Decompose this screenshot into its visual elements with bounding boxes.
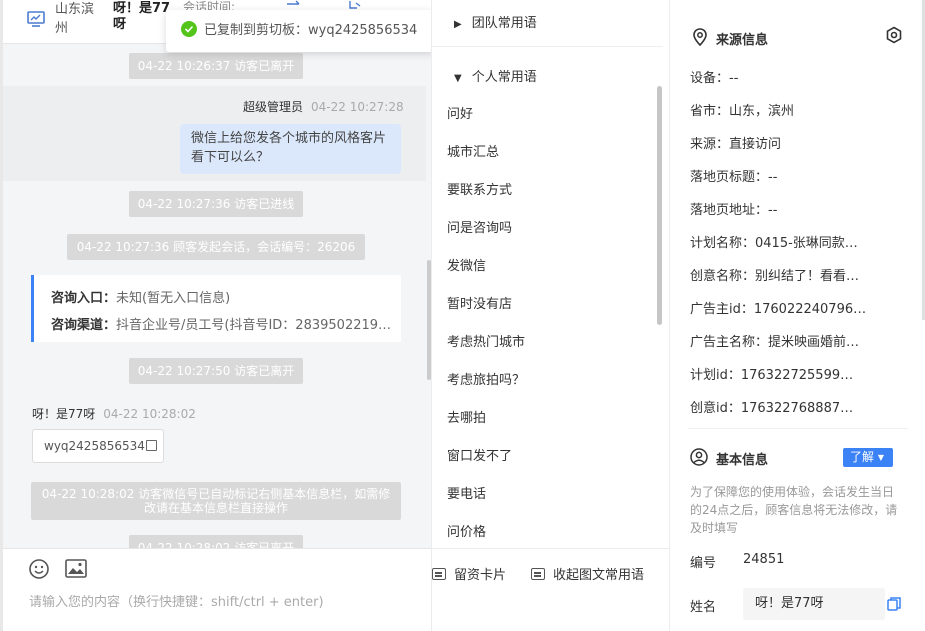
- phrases-scrollbar[interactable]: [657, 86, 662, 325]
- lead-card-button[interactable]: 留资卡片: [432, 564, 506, 583]
- agent-time: 04-22 10:27:28: [311, 100, 404, 114]
- source-info-row: 计划名称：0415-张琳同款…: [690, 236, 858, 251]
- phrase-item[interactable]: 暂时没有店: [447, 293, 512, 312]
- source-info-title: 来源信息: [716, 33, 769, 48]
- copy-toast: 已复制到剪切板：wyq2425856534: [166, 10, 431, 52]
- team-phrases-group[interactable]: ▶ 团队常用语: [454, 12, 537, 31]
- team-phrases-label: 团队常用语: [471, 16, 537, 31]
- divider: [688, 428, 908, 429]
- toast-text: 已复制到剪切板：wyq2425856534: [204, 23, 418, 38]
- source-info-row: 创意id：176322768887…: [690, 401, 854, 416]
- entry-value: 未知(暂无入口信息): [116, 291, 231, 306]
- phrases-panel: ▶ 团队常用语 ▼ 个人常用语 问好 城市汇总 要联系方式 问是咨询吗 发微信 暂时…: [431, 0, 670, 631]
- visitor-message-time: 04-22 10:28:02: [103, 407, 196, 421]
- consult-entry-card: 咨询入口：未知(暂无入口信息) 咨询渠道：抖音企业号/员工号(抖音号ID：283…: [31, 275, 401, 342]
- phrase-item[interactable]: 去哪拍: [447, 407, 486, 426]
- collapse-phrases-button[interactable]: 收起图文常用语: [531, 564, 644, 583]
- phrase-item[interactable]: 发微信: [447, 255, 486, 274]
- id-value: 24851: [743, 552, 785, 567]
- personal-phrases-group[interactable]: ▼ 个人常用语: [454, 66, 537, 85]
- basic-info-note: 为了保障您的使用体验，会话发生当日的24点之后，顾客信息将无法修改，请及时填写: [690, 485, 898, 535]
- chat-panel: 山东滨州 呀！是77 呀 会话时间: 04-22 10:26:37 访客已离开 …: [0, 0, 431, 631]
- user-circle-icon: [690, 448, 708, 466]
- caret-right-icon: ▶: [454, 19, 462, 30]
- source-info-row: 落地页地址：--: [690, 203, 778, 218]
- phrase-item[interactable]: 考虑旅拍吗？: [447, 369, 525, 388]
- channel-label: 咨询渠道：: [51, 318, 117, 333]
- gear-icon[interactable]: [885, 26, 903, 44]
- system-message: 04-22 10:26:37 访客已离开: [129, 53, 303, 79]
- id-label: 编号: [690, 556, 717, 571]
- source-info-row: 广告主id：176022240796…: [690, 302, 867, 317]
- name-field[interactable]: 呀！是77呀: [743, 588, 885, 620]
- source-info-row: 计划id：176322725599…: [690, 368, 854, 383]
- system-message: 04-22 10:28:02 访客微信号已自动标记右侧基本信息栏，如需修改请在基…: [31, 482, 401, 520]
- source-info-row: 来源：直接访问: [690, 137, 782, 152]
- message-icon: [531, 568, 545, 580]
- source-info-row: 创意名称：别纠结了！看看…: [690, 269, 860, 284]
- image-icon[interactable]: [65, 559, 87, 578]
- caret-down-icon: ▼: [454, 73, 462, 84]
- phrase-item[interactable]: 城市汇总: [447, 141, 499, 160]
- system-message: 04-22 10:27:50 访客已离开: [129, 358, 303, 384]
- phrase-item[interactable]: 要电话: [447, 483, 486, 502]
- emoji-icon[interactable]: [28, 558, 50, 580]
- phrase-item[interactable]: 考虑热门城市: [447, 331, 525, 350]
- phrases-toolbar: 留资卡片 收起图文常用语: [432, 548, 669, 594]
- copy-icon[interactable]: [145, 440, 157, 451]
- personal-phrases-label: 个人常用语: [471, 70, 537, 85]
- phrase-item[interactable]: 窗口发不了: [447, 445, 512, 464]
- visitor-location: 山东滨州: [55, 2, 95, 36]
- system-message: 04-22 10:28:02 访客已离开: [129, 535, 303, 548]
- divider: [432, 46, 663, 47]
- info-panel: 来源信息 设备：-- 省市：山东，滨州 来源：直接访问 落地页标题：-- 落地页…: [670, 0, 925, 631]
- learn-more-button[interactable]: 了解 ▼: [843, 448, 893, 467]
- visitor-sender-name: 呀！是77呀: [32, 407, 96, 421]
- source-info-row: 省市：山东，滨州: [690, 104, 795, 119]
- channel-value: 抖音企业号/员工号(抖音号ID：2839502219…: [116, 318, 392, 333]
- name-label: 姓名: [690, 600, 717, 615]
- source-info-row: 落地页标题：--: [690, 170, 778, 185]
- card-icon: [432, 568, 446, 580]
- system-message: 04-22 10:27:36 顾客发起会话，会话编号：26206: [67, 234, 365, 260]
- phrase-item[interactable]: 问好: [447, 103, 473, 122]
- location-pin-icon: [693, 28, 707, 46]
- check-circle-icon: [181, 21, 197, 37]
- copy-icon[interactable]: [887, 597, 901, 611]
- source-info-row: 广告主名称：提米映画婚前…: [690, 335, 860, 350]
- collapse-phrases-label: 收起图文常用语: [553, 568, 645, 583]
- lead-card-label: 留资卡片: [454, 568, 507, 583]
- composer: [3, 548, 431, 631]
- learn-more-label: 了解: [850, 450, 875, 464]
- agent-sender-line: 超级管理员 04-22 10:27:28: [243, 98, 404, 115]
- phrase-item[interactable]: 问价格: [447, 521, 486, 540]
- phrase-item[interactable]: 要联系方式: [447, 179, 512, 198]
- phrase-item[interactable]: 问是咨询吗: [447, 217, 512, 236]
- system-message: 04-22 10:27:36 访客已进线: [129, 191, 303, 217]
- visitor-message-bubble[interactable]: wyq2425856534: [32, 429, 164, 463]
- visitor-sender-line: 呀！是77呀 04-22 10:28:02: [32, 405, 196, 422]
- entry-label: 咨询入口：: [51, 291, 117, 306]
- caret-down-icon: ▼: [877, 453, 884, 462]
- source-info-row: 设备：--: [690, 71, 739, 86]
- agent-name: 超级管理员: [243, 100, 304, 114]
- visitor-message-text: wyq2425856534: [44, 439, 145, 453]
- basic-info-title: 基本信息: [716, 453, 769, 468]
- message-list[interactable]: 04-22 10:26:37 访客已离开 超级管理员 04-22 10:27:28…: [3, 44, 431, 548]
- message-input[interactable]: [29, 595, 419, 610]
- monitor-icon: [27, 11, 45, 27]
- visitor-name: 呀！是77 呀: [113, 1, 171, 32]
- agent-message-bubble: 微信上给您发各个城市的风格客片看下可以么？: [180, 124, 401, 174]
